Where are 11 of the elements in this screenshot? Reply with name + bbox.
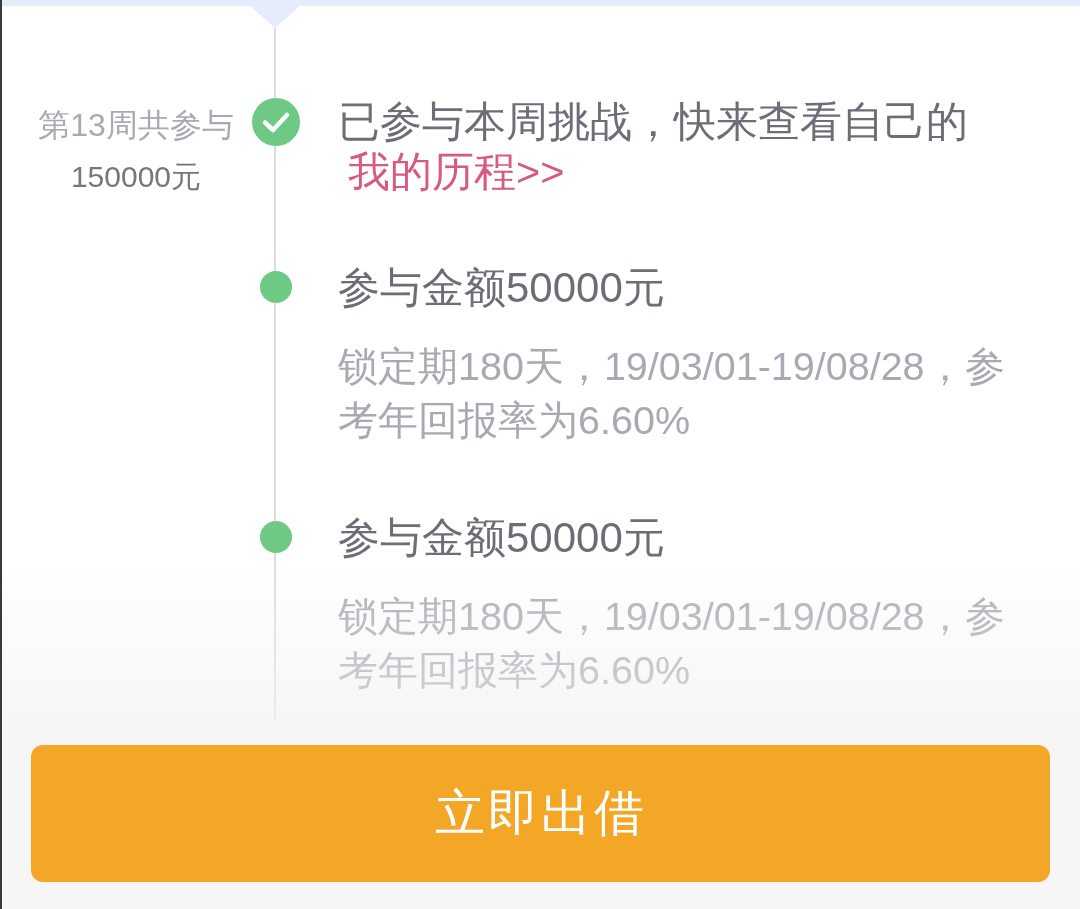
record-title: 参与金额50000元 [338, 513, 666, 563]
lend-now-button[interactable]: 立即出借 [31, 745, 1050, 882]
dot-icon [260, 271, 292, 303]
history-link[interactable]: 我的历程>> [348, 148, 565, 195]
check-icon [252, 98, 300, 146]
record-detail: 锁定期180天，19/03/01-19/08/28，参考年回报率为6.60% [338, 343, 1006, 444]
status-message: 已参与本周挑战，快来查看自己的 我的历程>> [338, 97, 969, 197]
week-summary-label: 第13周共参与 [38, 106, 234, 145]
record-title: 参与金额50000元 [338, 263, 666, 313]
week-total-amount: 150000元 [70, 159, 202, 195]
dot-icon [260, 521, 292, 553]
